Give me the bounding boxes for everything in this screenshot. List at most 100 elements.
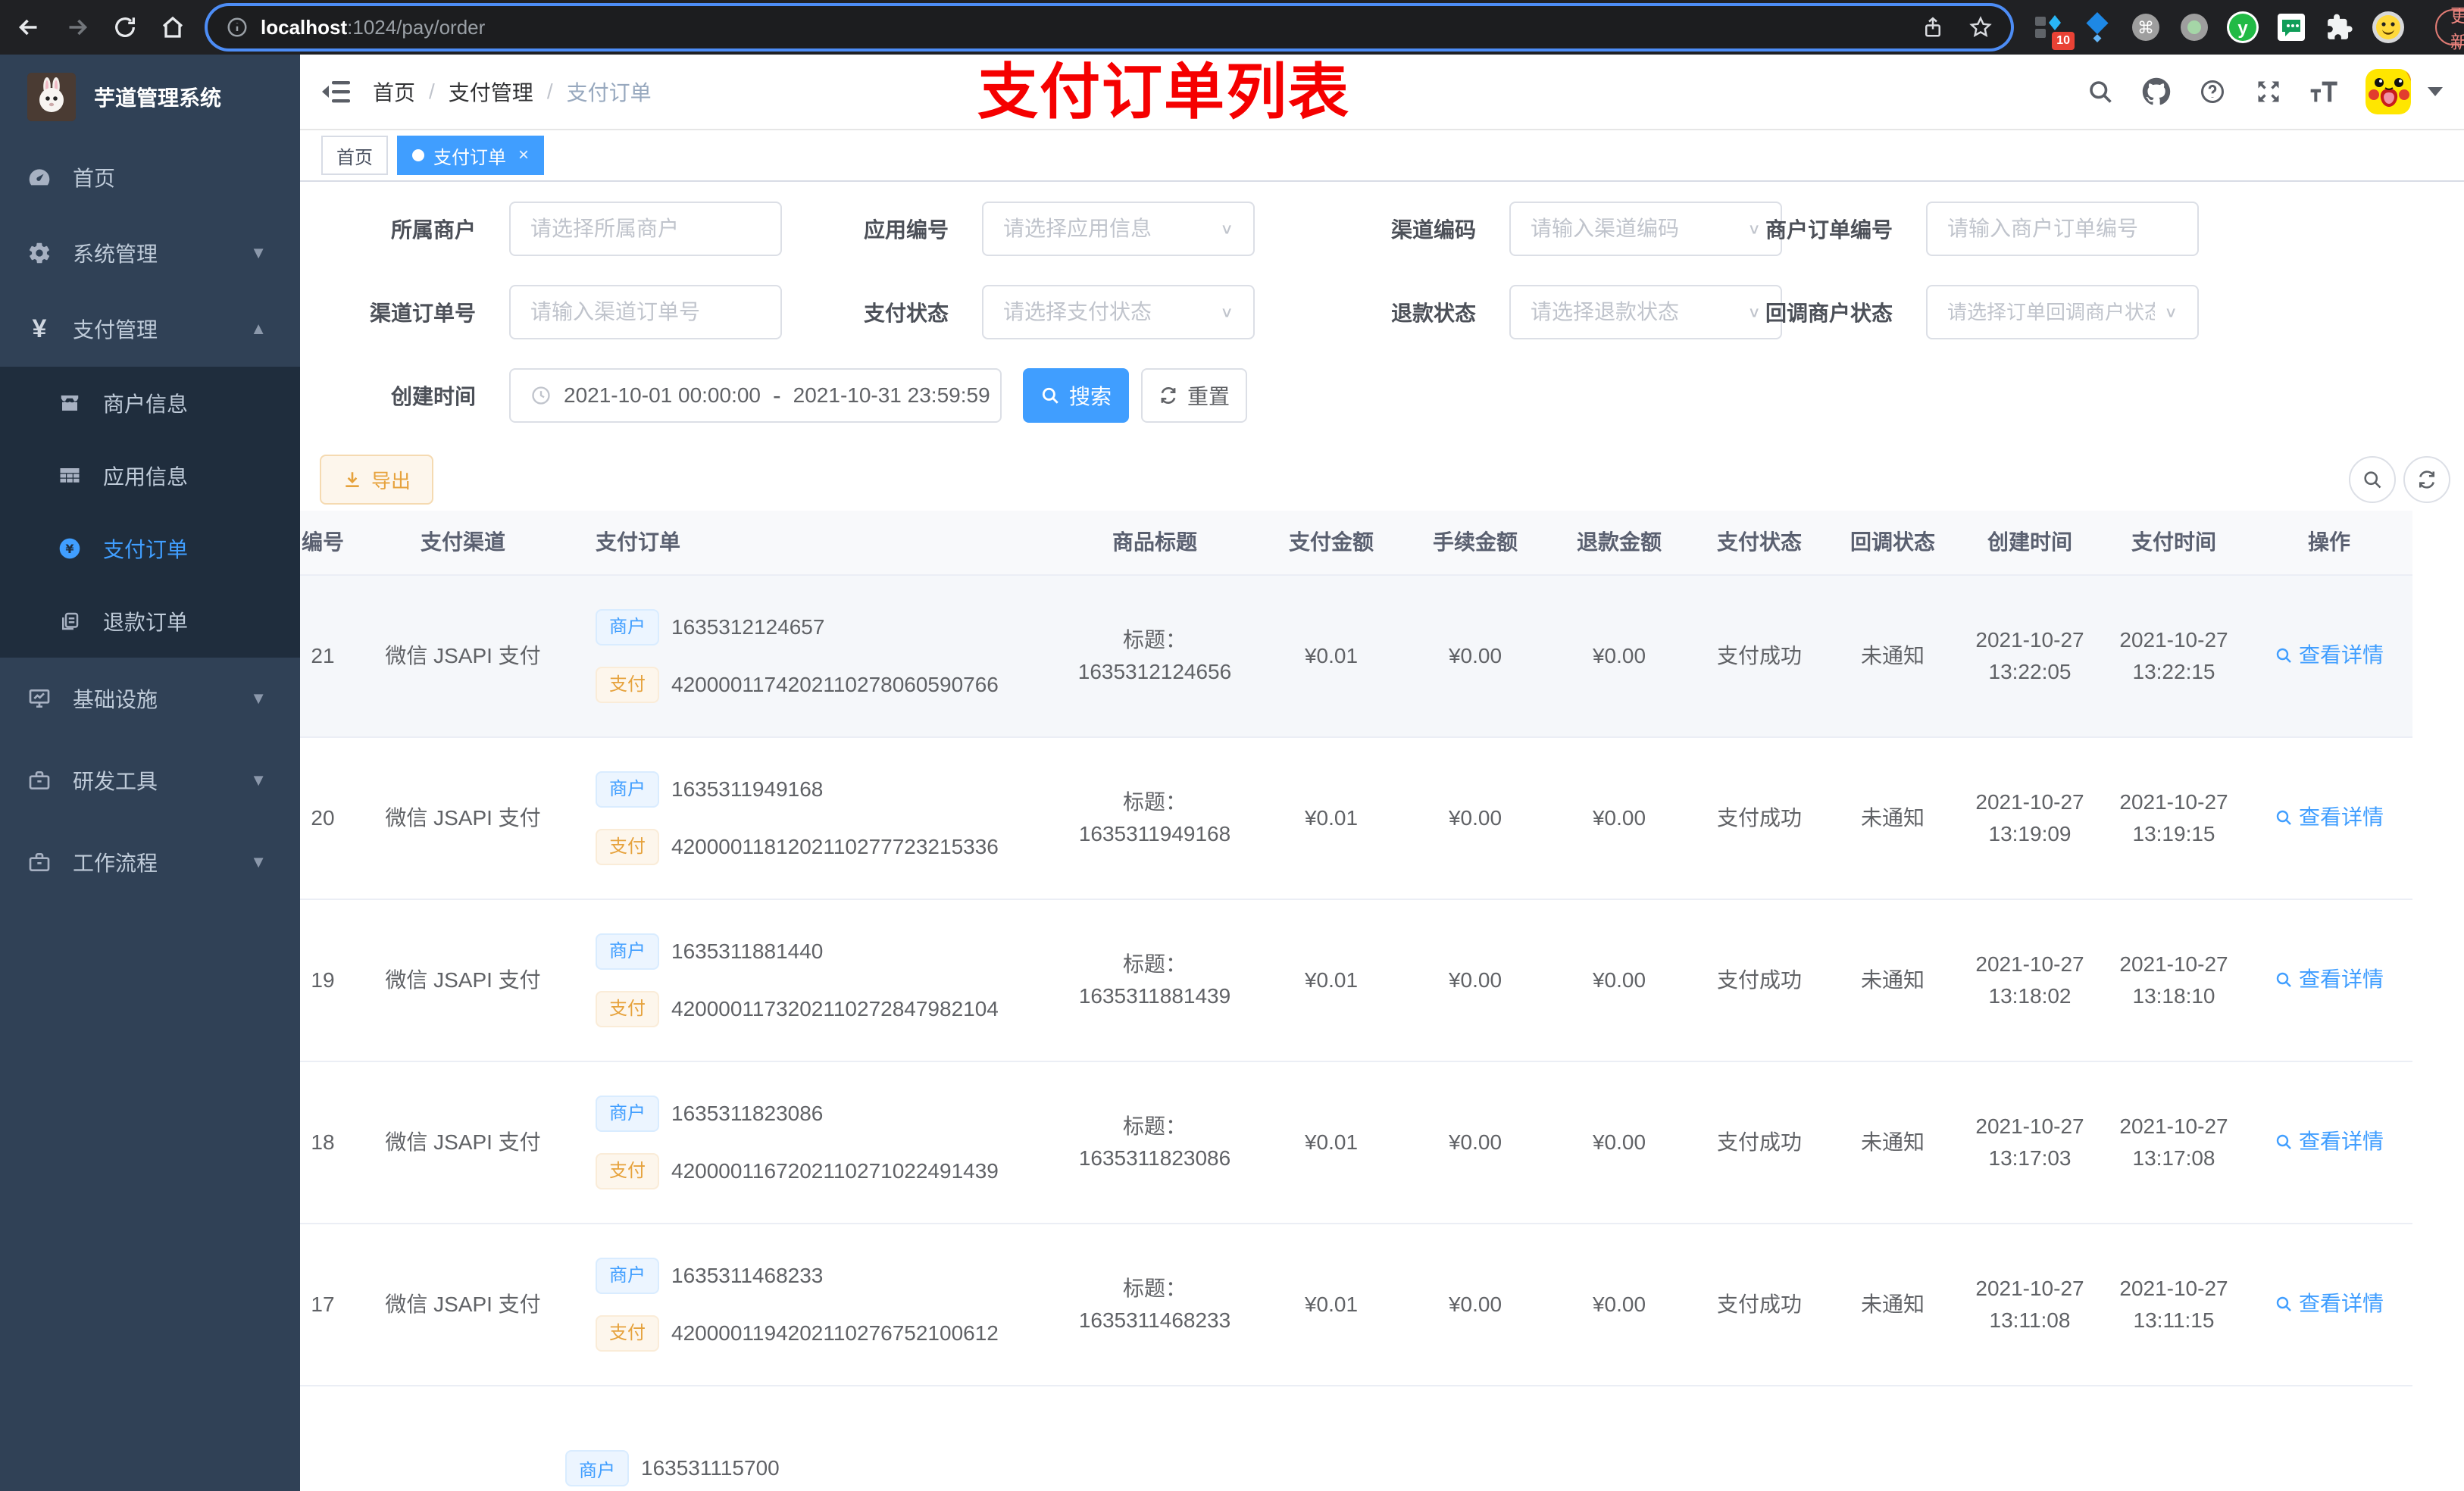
- filter-app: 应用编号 ∨: [830, 202, 1255, 256]
- svg-text:y: y: [2237, 18, 2248, 39]
- extension-emoji-icon[interactable]: [2372, 11, 2405, 44]
- extension-chat-icon[interactable]: [2275, 11, 2308, 44]
- tag-home[interactable]: 首页: [321, 136, 388, 175]
- date-range-input[interactable]: 2021-10-01 00:00:00 - 2021-10-31 23:59:5…: [509, 368, 1002, 423]
- pay-order-no: 4200001167202110271022491439: [671, 1159, 999, 1183]
- pay-tag: 支付: [596, 1315, 659, 1352]
- avatar[interactable]: [2366, 69, 2411, 114]
- sidebar-logo[interactable]: 芋道管理系统: [0, 55, 300, 139]
- date-end[interactable]: 2021-10-31 23:59:59: [793, 383, 990, 408]
- extension-devtools-icon[interactable]: 10: [2032, 11, 2075, 50]
- merchant-tag: 商户: [596, 1096, 659, 1132]
- breadcrumb-current: 支付订单: [566, 81, 652, 105]
- breadcrumb-home[interactable]: 首页: [373, 77, 415, 107]
- merchant-input[interactable]: [530, 217, 761, 241]
- sidebar-item-merchant-info[interactable]: 商户信息: [0, 367, 300, 439]
- cell-refund: ¥0.00: [1592, 644, 1646, 667]
- close-tag-icon[interactable]: ×: [518, 145, 529, 166]
- notify-status-select[interactable]: [1947, 300, 2156, 324]
- sidebar-item-infra[interactable]: 基础设施 ▼: [0, 658, 300, 739]
- github-icon[interactable]: [2141, 77, 2172, 107]
- hamburger-icon[interactable]: [321, 77, 352, 107]
- page: localhost:1024/pay/order 10 ⌘ y 更新⋮: [0, 0, 2464, 1491]
- pay-tag: 支付: [596, 829, 659, 865]
- update-button[interactable]: 更新⋮: [2435, 6, 2464, 53]
- extension-y-icon[interactable]: y: [2226, 11, 2259, 44]
- table-header: 编号 支付渠道 支付订单 商品标题 支付金额 手续金额 退款金额 支付状态 回调…: [300, 511, 2412, 576]
- back-icon[interactable]: [15, 14, 42, 41]
- reload-icon[interactable]: [112, 14, 138, 40]
- channel-order-no-input[interactable]: [530, 300, 761, 324]
- extension-puzzle-icon[interactable]: [2323, 11, 2356, 44]
- cell-channel: 微信 JSAPI 支付: [385, 968, 541, 992]
- refund-status-select[interactable]: [1531, 300, 1739, 324]
- cell-notify: 未通知: [1860, 968, 1925, 992]
- url-bar[interactable]: localhost:1024/pay/order: [208, 6, 2011, 48]
- sidebar-item-refund-order[interactable]: 退款订单: [0, 585, 300, 658]
- cell-status: 支付成功: [1716, 1293, 1802, 1316]
- table-row[interactable]: 18 微信 JSAPI 支付 商户 1635311823086 支付 4200001…: [300, 1062, 2412, 1224]
- toggle-search-button[interactable]: [2349, 456, 2396, 503]
- cell-amount: ¥0.01: [1304, 968, 1359, 992]
- table-row-partial[interactable]: 商户 163531115700: [565, 1450, 780, 1486]
- extension-gray-circle-icon[interactable]: [2178, 11, 2211, 44]
- cell-created: 2021-10-27 13:22:05: [1975, 628, 2084, 683]
- search-icon[interactable]: [2085, 77, 2115, 107]
- table-row[interactable]: 21 微信 JSAPI 支付 商户 1635312124657 支付 4200001…: [300, 576, 2412, 738]
- extension-kite-icon[interactable]: [2081, 11, 2114, 44]
- reset-button[interactable]: 重置: [1141, 368, 1247, 423]
- view-detail-link[interactable]: 查看详情: [2275, 964, 2384, 996]
- view-detail-link[interactable]: 查看详情: [2275, 1126, 2384, 1158]
- sidebar-item-home[interactable]: 首页: [0, 139, 300, 215]
- merchant-order-no: 1635311823086: [671, 1102, 824, 1125]
- sidebar-item-label: 应用信息: [103, 465, 189, 489]
- col-paid: 支付时间: [2131, 530, 2216, 554]
- breadcrumb-pay[interactable]: 支付管理: [449, 77, 533, 107]
- forward-icon[interactable]: [64, 14, 91, 41]
- filter-label: 商户订单编号: [1765, 218, 1893, 242]
- table-row[interactable]: 20 微信 JSAPI 支付 商户 1635311949168 支付 4200001…: [300, 738, 2412, 900]
- tag-pay-order[interactable]: 支付订单 ×: [397, 136, 545, 175]
- grid-icon: [58, 464, 82, 488]
- view-detail-link[interactable]: 查看详情: [2275, 802, 2384, 833]
- tags-bar: 首页 支付订单 ×: [300, 130, 2464, 182]
- help-icon[interactable]: [2197, 77, 2228, 107]
- cell-fee: ¥0.00: [1448, 806, 1502, 830]
- site-info-icon[interactable]: [226, 16, 249, 39]
- cell-title: 标题：1635311823086: [1078, 1114, 1231, 1170]
- date-start[interactable]: 2021-10-01 00:00:00: [564, 383, 761, 408]
- pay-status-select[interactable]: [1003, 300, 1212, 324]
- app-select[interactable]: [1003, 217, 1212, 241]
- merchant-order-no: 1635312124657: [671, 615, 825, 639]
- filter-label: 应用编号: [863, 218, 949, 242]
- view-detail-link[interactable]: 查看详情: [2275, 1288, 2384, 1320]
- search-button[interactable]: 搜索: [1023, 368, 1129, 423]
- table-row[interactable]: 17 微信 JSAPI 支付 商户 1635311468233 支付 4200001…: [300, 1224, 2412, 1386]
- sidebar-item-pay[interactable]: ¥ 支付管理 ▲: [0, 291, 300, 367]
- cell-amount: ¥0.01: [1304, 806, 1359, 830]
- merchant-order-no-input[interactable]: [1947, 217, 2178, 241]
- col-amount: 支付金额: [1288, 530, 1374, 554]
- fullscreen-icon[interactable]: [2253, 77, 2284, 107]
- view-detail-link[interactable]: 查看详情: [2275, 639, 2384, 671]
- channel-code-select[interactable]: [1531, 217, 1739, 241]
- select-arrow-icon: ∨: [1220, 220, 1234, 237]
- pay-tag: 支付: [596, 1153, 659, 1189]
- home-icon[interactable]: [159, 14, 186, 41]
- sidebar-item-pay-order[interactable]: ¥ 支付订单: [0, 512, 300, 585]
- cell-status: 支付成功: [1716, 806, 1802, 830]
- avatar-caret-icon[interactable]: [2428, 87, 2443, 96]
- sidebar-item-app-info[interactable]: 应用信息: [0, 439, 300, 512]
- table-row[interactable]: 19 微信 JSAPI 支付 商户 1635311881440 支付 4200001…: [300, 900, 2412, 1062]
- refresh-button[interactable]: [2403, 456, 2450, 503]
- extension-command-icon[interactable]: ⌘: [2129, 11, 2162, 44]
- merchant-order-no: 163531115700: [641, 1456, 780, 1480]
- pay-order-no: 4200001173202110272847982104: [671, 997, 999, 1021]
- share-icon[interactable]: [1921, 16, 1944, 39]
- export-button[interactable]: 导出: [320, 455, 434, 505]
- font-size-icon[interactable]: [2309, 77, 2340, 107]
- sidebar-item-workflow[interactable]: 工作流程 ▼: [0, 821, 300, 903]
- bookmark-star-icon[interactable]: [1968, 15, 1993, 39]
- sidebar-item-devtools[interactable]: 研发工具 ▼: [0, 739, 300, 821]
- sidebar-item-system[interactable]: 系统管理 ▼: [0, 215, 300, 291]
